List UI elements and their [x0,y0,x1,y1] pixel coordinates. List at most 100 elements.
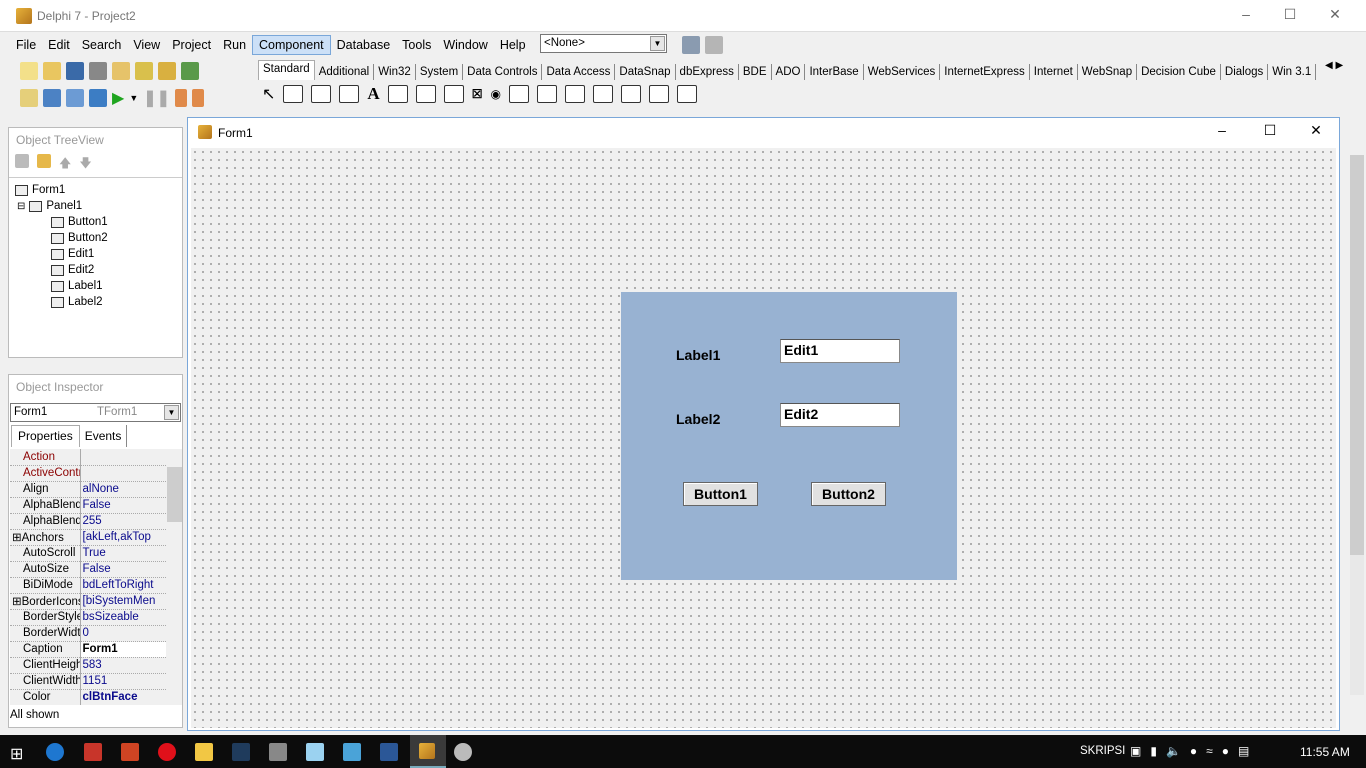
property-row[interactable]: BorderWidth0 [10,625,166,642]
trace-into-icon[interactable] [175,89,188,107]
palette-tab-data-controls[interactable]: Data Controls [463,64,543,80]
view-form-icon[interactable] [43,89,61,107]
tree-node[interactable]: Button2 [13,230,178,246]
word-icon[interactable] [380,743,398,761]
menu-help[interactable]: Help [494,36,532,54]
palette-tab-datasnap[interactable]: DataSnap [615,64,676,80]
tab-properties[interactable]: Properties [11,425,80,447]
menu-edit[interactable]: Edit [42,36,76,54]
button1[interactable]: Button1 [683,482,758,506]
save-icon[interactable] [66,62,84,80]
open-icon[interactable] [43,62,61,80]
remove-file-icon[interactable] [158,62,176,80]
acrobat-icon[interactable] [84,743,102,761]
property-value[interactable]: alNone [80,481,166,498]
palette-tab-data-access[interactable]: Data Access [542,64,616,80]
palette-tab-win-3-1[interactable]: Win 3.1 [1268,64,1317,80]
actionlist-icon[interactable] [676,85,697,103]
property-value[interactable] [80,449,166,466]
palette-tab-additional[interactable]: Additional [315,64,375,80]
palette-tab-standard[interactable]: Standard [258,60,315,80]
popupmenu2-icon[interactable] [339,85,360,103]
groupbox-icon[interactable] [592,85,613,103]
property-value[interactable]: Form1 [80,641,166,658]
pointer-icon[interactable]: ↖ [262,84,275,104]
edge-icon[interactable] [46,743,64,761]
property-value[interactable]: True [80,545,166,562]
property-scrollbar[interactable] [167,449,182,705]
button-icon[interactable] [443,85,464,103]
property-row[interactable]: ClientWidth 1151 [10,673,166,690]
run-icon[interactable]: ▶ [112,88,124,108]
property-row[interactable]: AutoSize False [10,561,166,578]
property-value[interactable]: 255 [80,513,166,530]
panel1[interactable]: Label1 Edit1 Label2 Edit2 Button1 Button… [621,292,957,580]
edit-icon[interactable] [387,85,408,103]
checkbox-icon[interactable]: ☒ [472,87,483,101]
property-value[interactable] [80,465,166,482]
tree-node[interactable]: Label1 [13,278,178,294]
property-row[interactable]: ⊞BorderIcons [biSystemMen [10,593,166,610]
combobox-icon[interactable] [536,85,557,103]
menu-tools[interactable]: Tools [396,36,437,54]
maximize-button[interactable]: ☐ [1280,6,1300,23]
run-dropdown-icon[interactable]: ▼ [129,93,138,103]
app-icon[interactable] [269,743,287,761]
minimize-button[interactable]: – [1236,6,1256,22]
palette-tab-interbase[interactable]: InterBase [805,64,864,80]
palette-tab-decision-cube[interactable]: Decision Cube [1137,64,1221,80]
palette-tab-bde[interactable]: BDE [739,64,772,80]
menu-window[interactable]: Window [437,36,493,54]
palette-tab-system[interactable]: System [416,64,464,80]
palette-tab-ado[interactable]: ADO [772,64,806,80]
close-button[interactable]: ✕ [1325,6,1345,23]
property-row[interactable]: ActiveControl [10,465,166,482]
object-selector[interactable]: Form1 TForm1 ▼ [10,403,181,422]
tray-icons[interactable]: ▣▮🔈●≈●▤ [1130,744,1258,758]
property-row[interactable]: Align alNone [10,481,166,498]
menu-view[interactable]: View [127,36,166,54]
form-maximize-button[interactable]: ☐ [1260,122,1280,139]
pause-icon[interactable]: ❚❚ [143,88,170,108]
property-row[interactable]: AutoScroll True [10,545,166,562]
app2-icon[interactable] [454,743,472,761]
toggle-form-unit-icon[interactable] [66,89,84,107]
property-row[interactable]: Color clBtnFace [10,689,166,705]
menu-run[interactable]: Run [217,36,252,54]
menu-file[interactable]: File [10,36,42,54]
popupmenu-icon[interactable] [311,85,332,103]
radiogroup-icon[interactable] [620,85,641,103]
property-value[interactable]: 0 [80,625,166,642]
property-value[interactable]: False [80,497,166,514]
opera-icon[interactable] [158,743,176,761]
palette-tab-internet[interactable]: Internet [1030,64,1078,80]
clock[interactable]: 11:55 AM [1300,745,1350,759]
tree-node[interactable]: Form1 [13,182,178,198]
property-row[interactable]: AlphaBlendValu255 [10,513,166,530]
photoshop-icon[interactable] [232,743,250,761]
property-value[interactable]: False [80,561,166,578]
property-row[interactable]: AlphaBlend False [10,497,166,514]
start-windows-icon[interactable]: ⊞ [10,744,23,764]
tree-node[interactable]: Button1 [13,214,178,230]
property-row[interactable]: ⊞Anchors [akLeft,akTop [10,529,166,546]
property-value[interactable]: [biSystemMen [80,593,166,610]
palette-tab-internetexpress[interactable]: InternetExpress [940,64,1030,80]
powerpoint-icon[interactable] [121,743,139,761]
new-item-icon[interactable] [37,154,51,168]
open-project-icon[interactable] [112,62,130,80]
listbox-icon[interactable] [508,85,529,103]
mainmenu-icon[interactable] [283,85,304,103]
property-row[interactable]: ClientHeight 583 [10,657,166,674]
form-minimize-button[interactable]: – [1212,122,1232,138]
label2[interactable]: Label2 [676,411,720,427]
property-row[interactable]: BorderStyle bsSizeable [10,609,166,626]
help-icon[interactable] [181,62,199,80]
tree-node[interactable]: Label2 [13,294,178,310]
property-value[interactable]: 583 [80,657,166,674]
memo-icon[interactable] [415,85,436,103]
tree-node[interactable]: ⊟ Panel1 [13,198,178,214]
set-debug-desktop-icon[interactable] [705,36,723,54]
keyboard-icon[interactable] [343,743,361,761]
property-value[interactable]: bsSizeable [80,609,166,626]
